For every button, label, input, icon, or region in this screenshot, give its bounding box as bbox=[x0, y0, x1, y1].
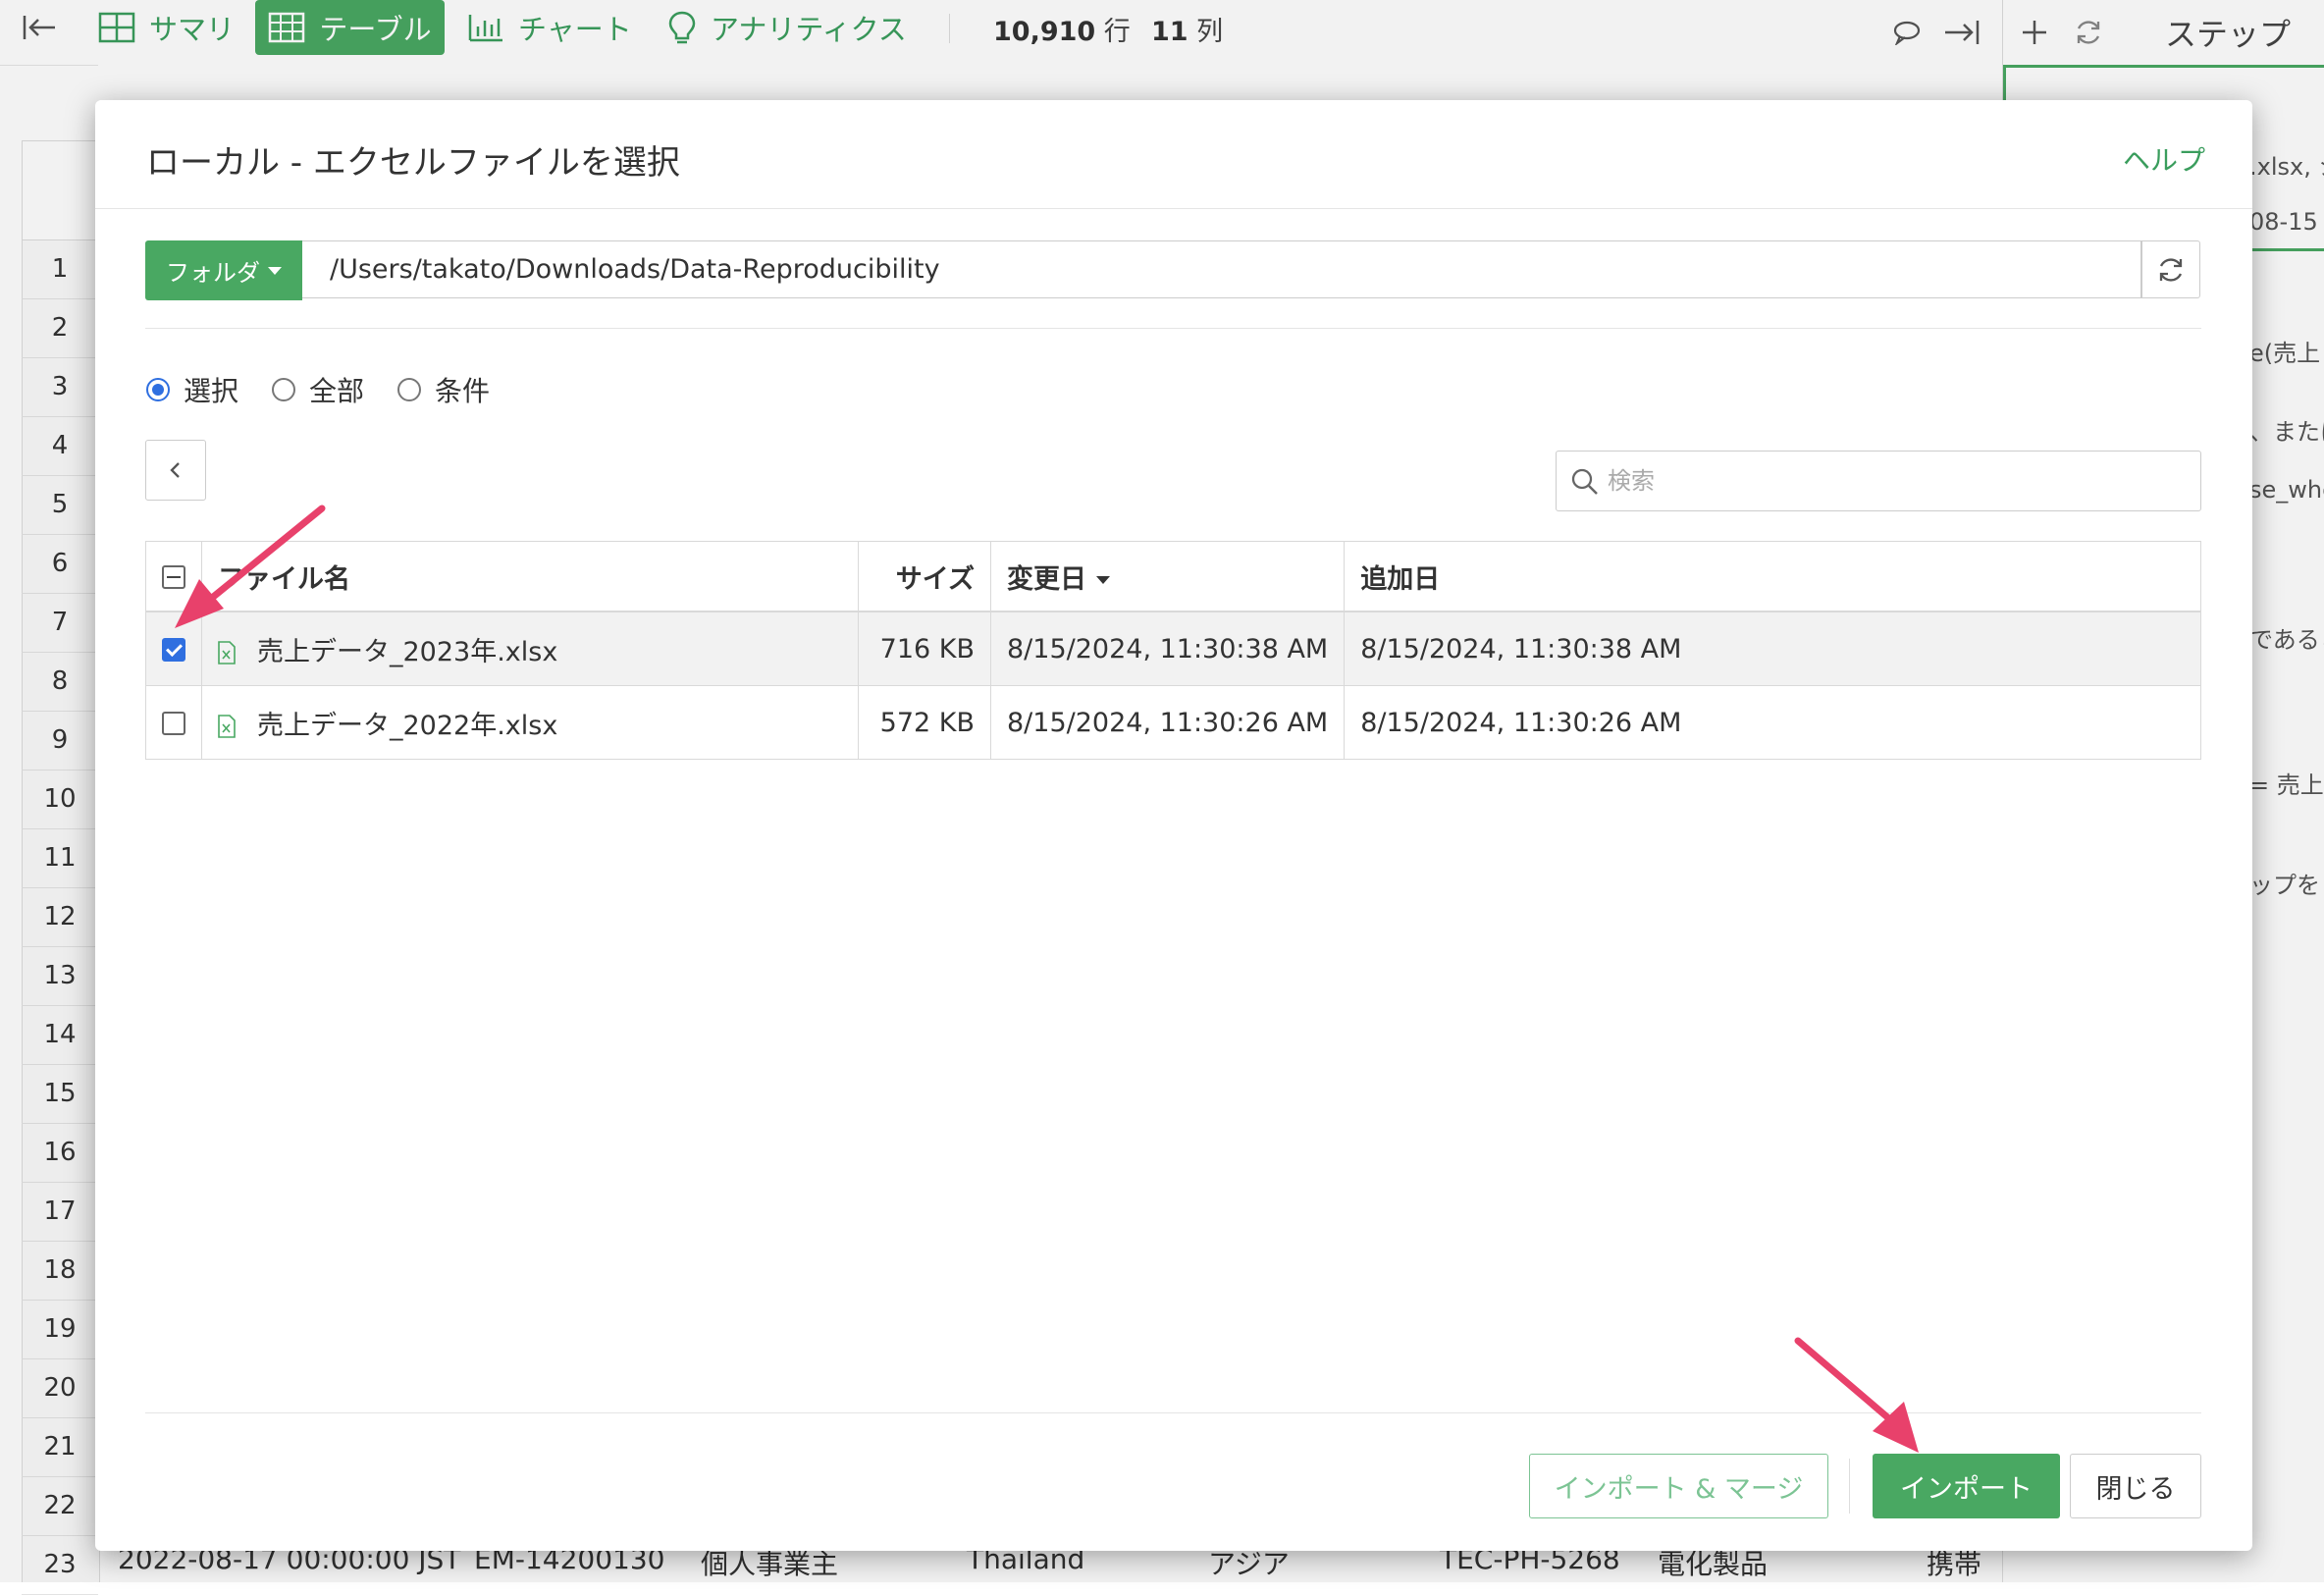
header-modified[interactable]: 変更日 bbox=[989, 541, 1346, 612]
import-button[interactable]: インポート bbox=[1873, 1454, 2060, 1518]
folder-button-label: フォルダ bbox=[166, 259, 260, 287]
header-size[interactable]: サイズ bbox=[858, 541, 991, 612]
header-added[interactable]: 追加日 bbox=[1344, 541, 2201, 612]
radio-condition[interactable]: 条件 bbox=[397, 370, 490, 409]
select-all-cell bbox=[145, 541, 202, 612]
refresh-button[interactable] bbox=[2141, 240, 2200, 298]
header-modified-label: 変更日 bbox=[1007, 563, 1086, 595]
filename-text: 売上データ_2022年.xlsx bbox=[257, 710, 558, 741]
dialog-title: ローカル - エクセルファイルを選択 bbox=[146, 143, 680, 183]
import-merge-button[interactable]: インポート & マージ bbox=[1529, 1454, 1828, 1518]
table-row[interactable]: 売上データ_2022年.xlsx 572 KB 8/15/2024, 11:30… bbox=[145, 685, 2201, 760]
radio-select-label: 選択 bbox=[184, 375, 239, 407]
help-link[interactable]: ヘルプ bbox=[2123, 139, 2205, 179]
table-row[interactable]: 売上データ_2023年.xlsx 716 KB 8/15/2024, 11:30… bbox=[145, 611, 2201, 686]
radio-all-indicator[interactable] bbox=[272, 378, 296, 401]
row-checkbox[interactable] bbox=[162, 712, 185, 735]
header-filename[interactable]: ファイル名 bbox=[201, 541, 859, 612]
select-all-checkbox[interactable] bbox=[162, 565, 185, 589]
row-checkbox-cell bbox=[145, 611, 202, 686]
size-cell: 572 KB bbox=[858, 685, 991, 760]
size-cell: 716 KB bbox=[858, 611, 991, 686]
row-checkbox[interactable] bbox=[162, 638, 185, 662]
modified-cell: 8/15/2024, 11:30:26 AM bbox=[989, 685, 1346, 760]
radio-condition-label: 条件 bbox=[435, 375, 491, 407]
file-select-dialog: ローカル - エクセルファイルを選択 ヘルプ フォルダ /Users/takat… bbox=[95, 100, 2252, 1551]
radio-condition-indicator[interactable] bbox=[397, 378, 422, 401]
search-box bbox=[1556, 451, 2201, 511]
filename-cell[interactable]: 売上データ_2022年.xlsx bbox=[201, 685, 859, 760]
search-input[interactable] bbox=[1606, 452, 2189, 510]
added-cell: 8/15/2024, 11:30:26 AM bbox=[1344, 685, 2201, 760]
chevron-left-icon bbox=[170, 462, 180, 478]
filename-text: 売上データ_2023年.xlsx bbox=[257, 636, 558, 667]
excel-file-icon bbox=[218, 715, 236, 738]
folder-path-text: /Users/takato/Downloads/Data-Reproducibi… bbox=[330, 254, 940, 285]
search-icon bbox=[1571, 468, 1598, 495]
caret-down-icon bbox=[268, 266, 282, 275]
sort-desc-icon bbox=[1096, 576, 1110, 584]
radio-select[interactable]: 選択 bbox=[146, 370, 238, 409]
modified-cell: 8/15/2024, 11:30:38 AM bbox=[989, 611, 1346, 686]
close-button[interactable]: 閉じる bbox=[2070, 1454, 2201, 1518]
folder-dropdown-button[interactable]: フォルダ bbox=[145, 240, 302, 300]
radio-all-label: 全部 bbox=[309, 375, 365, 407]
filename-cell[interactable]: 売上データ_2023年.xlsx bbox=[201, 611, 859, 686]
refresh-icon bbox=[2159, 257, 2183, 282]
radio-all[interactable]: 全部 bbox=[272, 370, 364, 409]
folder-path-field[interactable]: /Users/takato/Downloads/Data-Reproducibi… bbox=[302, 240, 2141, 298]
row-checkbox-cell bbox=[145, 685, 202, 760]
added-cell: 8/15/2024, 11:30:38 AM bbox=[1344, 611, 2201, 686]
back-button[interactable] bbox=[145, 440, 206, 501]
selection-mode-radios: 選択 全部 条件 bbox=[146, 370, 523, 409]
excel-file-icon bbox=[218, 641, 236, 665]
file-table: ファイル名 サイズ 変更日 追加日 売上データ_2023年.xlsx 716 K… bbox=[145, 541, 2201, 760]
radio-select-indicator[interactable] bbox=[146, 378, 170, 401]
table-header-row: ファイル名 サイズ 変更日 追加日 bbox=[145, 541, 2201, 612]
